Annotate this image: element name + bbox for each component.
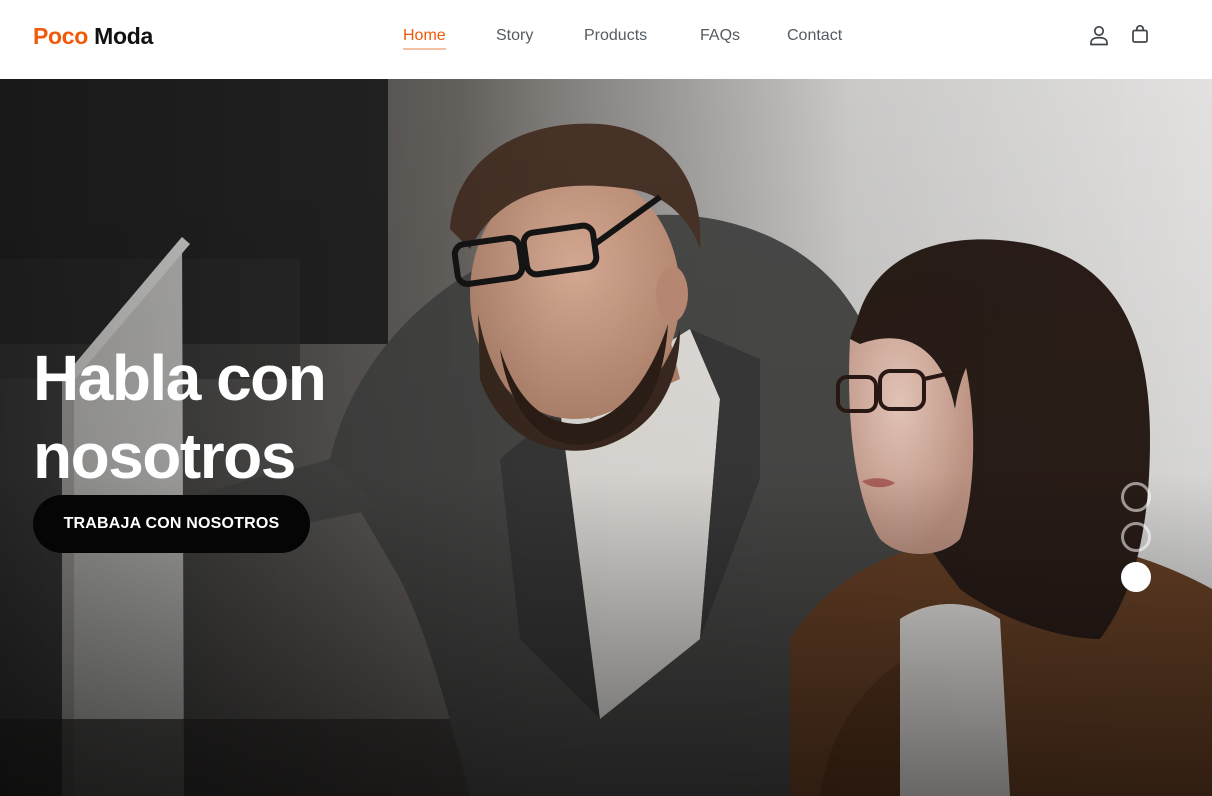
nav-item-home[interactable]: Home bbox=[403, 24, 446, 50]
nav-item-faqs[interactable]: FAQs bbox=[700, 24, 740, 48]
nav-item-contact[interactable]: Contact bbox=[787, 24, 842, 48]
slider-pagination bbox=[1121, 482, 1151, 592]
nav-item-story[interactable]: Story bbox=[496, 24, 533, 48]
work-with-us-button[interactable]: TRABAJA CON NOSOTROS bbox=[33, 495, 310, 553]
shopping-bag-icon[interactable] bbox=[1129, 24, 1151, 46]
nav-item-products[interactable]: Products bbox=[584, 24, 647, 48]
hero-title: Habla con nosotros bbox=[33, 339, 453, 495]
hero-title-line-2: nosotros bbox=[33, 420, 296, 492]
main-nav: Home Story Products FAQs Contact bbox=[0, 24, 1212, 54]
slide-dot-2[interactable] bbox=[1121, 522, 1151, 552]
user-icon[interactable] bbox=[1088, 24, 1110, 46]
site-header: Poco Moda Home Story Products FAQs Conta… bbox=[0, 0, 1212, 79]
hero-slider: Habla con nosotros TRABAJA CON NOSOTROS bbox=[0, 79, 1212, 796]
hero-title-line-1: Habla con bbox=[33, 342, 327, 414]
slide-dot-1[interactable] bbox=[1121, 482, 1151, 512]
slide-dot-3-active[interactable] bbox=[1121, 562, 1151, 592]
